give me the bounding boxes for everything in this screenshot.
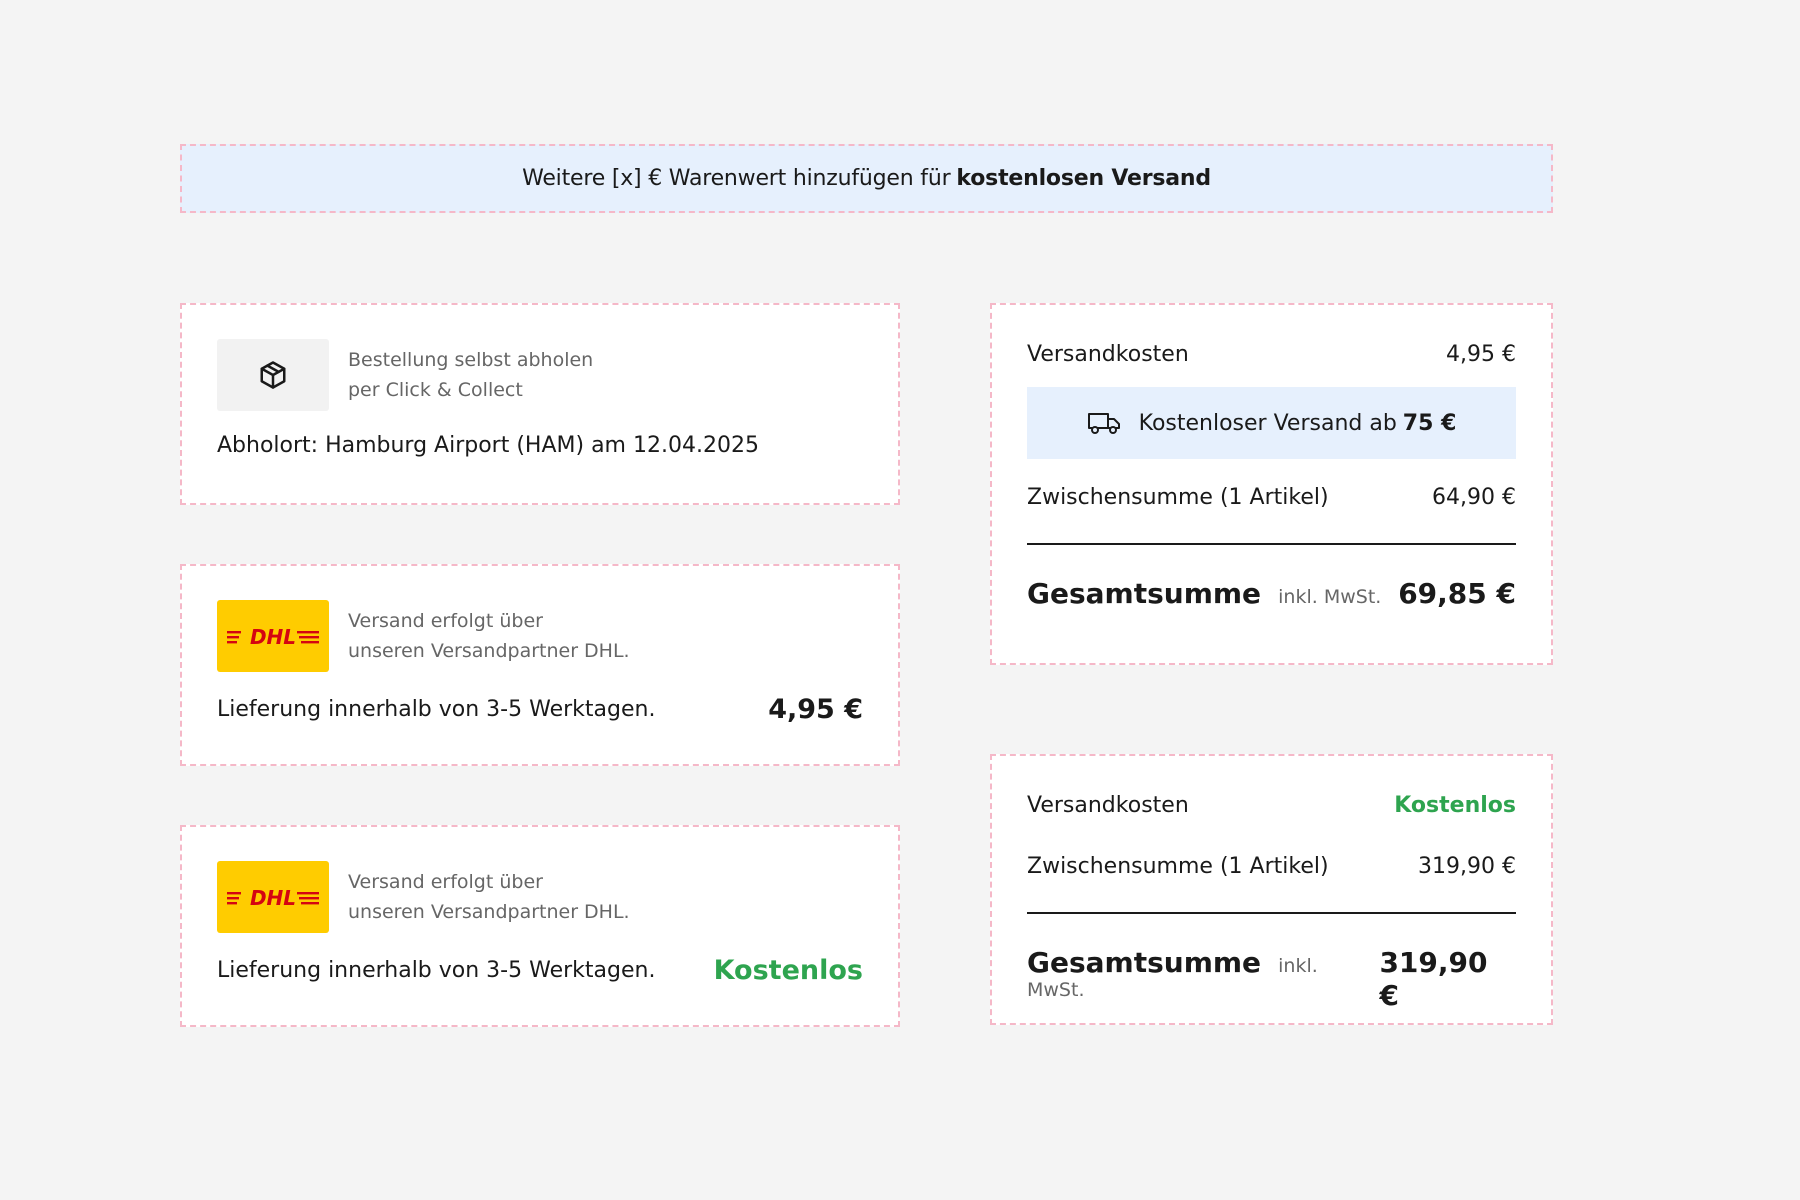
pickup-desc-line1: Bestellung selbst abholen [348, 349, 594, 371]
pickup-desc-line2: per Click & Collect [348, 379, 523, 401]
dhl-logo: DHL [217, 600, 329, 672]
total-value: 69,85 € [1398, 577, 1516, 610]
delivery-time: Lieferung innerhalb von 3-5 Werktagen. [217, 958, 656, 983]
dhl-logo-text: DHL [250, 625, 296, 647]
dhl-logo-text: DHL [250, 886, 296, 908]
shipping-costs-free: Kostenlos [1394, 793, 1516, 818]
total-label: Gesamtsumme [1027, 946, 1262, 979]
free-shipping-amount: 75 € [1402, 410, 1457, 436]
truck-icon [1087, 411, 1121, 435]
dhl-desc-line1: Versand erfolgt über [348, 610, 543, 632]
free-shipping-threshold: Kostenloser Versand ab 75 € [1027, 387, 1516, 459]
order-summary-free: Versandkosten Kostenlos Zwischensumme (1… [990, 754, 1553, 1025]
banner-highlight: kostenlosen Versand [956, 166, 1211, 191]
dhl-desc-line1: Versand erfolgt über [348, 871, 543, 893]
subtotal-value: 64,90 € [1432, 485, 1516, 510]
dhl-logo: DHL [217, 861, 329, 933]
pickup-location: Abholort: Hamburg Airport (HAM) am 12.04… [217, 433, 759, 458]
package-icon [217, 339, 329, 411]
order-summary-paid: Versandkosten 4,95 € Kostenloser Versand… [990, 303, 1553, 665]
dhl-shipping-card-free[interactable]: DHL Versand erfolgt über unseren Versand… [180, 825, 900, 1027]
dhl-desc-line2: unseren Versandpartner DHL. [348, 640, 630, 662]
dhl-desc-line2: unseren Versandpartner DHL. [348, 901, 630, 923]
pickup-option-card[interactable]: Bestellung selbst abholen per Click & Co… [180, 303, 900, 505]
banner-text: Weitere [x] € Warenwert hinzufügen für [522, 166, 951, 191]
free-shipping-text: Kostenloser Versand ab [1138, 410, 1397, 436]
subtotal-label: Zwischensumme (1 Artikel) [1027, 485, 1329, 510]
subtotal-value: 319,90 € [1418, 854, 1516, 879]
subtotal-label: Zwischensumme (1 Artikel) [1027, 854, 1329, 879]
summary-divider [1027, 912, 1516, 914]
shipping-costs-value: 4,95 € [1446, 342, 1516, 367]
shipping-costs-label: Versandkosten [1027, 342, 1189, 367]
shipping-costs-label: Versandkosten [1027, 793, 1189, 818]
free-shipping-banner: Weitere [x] € Warenwert hinzufügen für k… [180, 144, 1553, 213]
summary-divider [1027, 543, 1516, 545]
dhl-shipping-card-paid[interactable]: DHL Versand erfolgt über unseren Versand… [180, 564, 900, 766]
shipping-price-free: Kostenlos [713, 955, 863, 986]
total-label: Gesamtsumme [1027, 577, 1262, 610]
delivery-time: Lieferung innerhalb von 3-5 Werktagen. [217, 697, 656, 722]
vat-note: inkl. MwSt. [1278, 586, 1382, 608]
shipping-price: 4,95 € [768, 694, 863, 725]
total-value: 319,90 € [1379, 946, 1488, 1012]
